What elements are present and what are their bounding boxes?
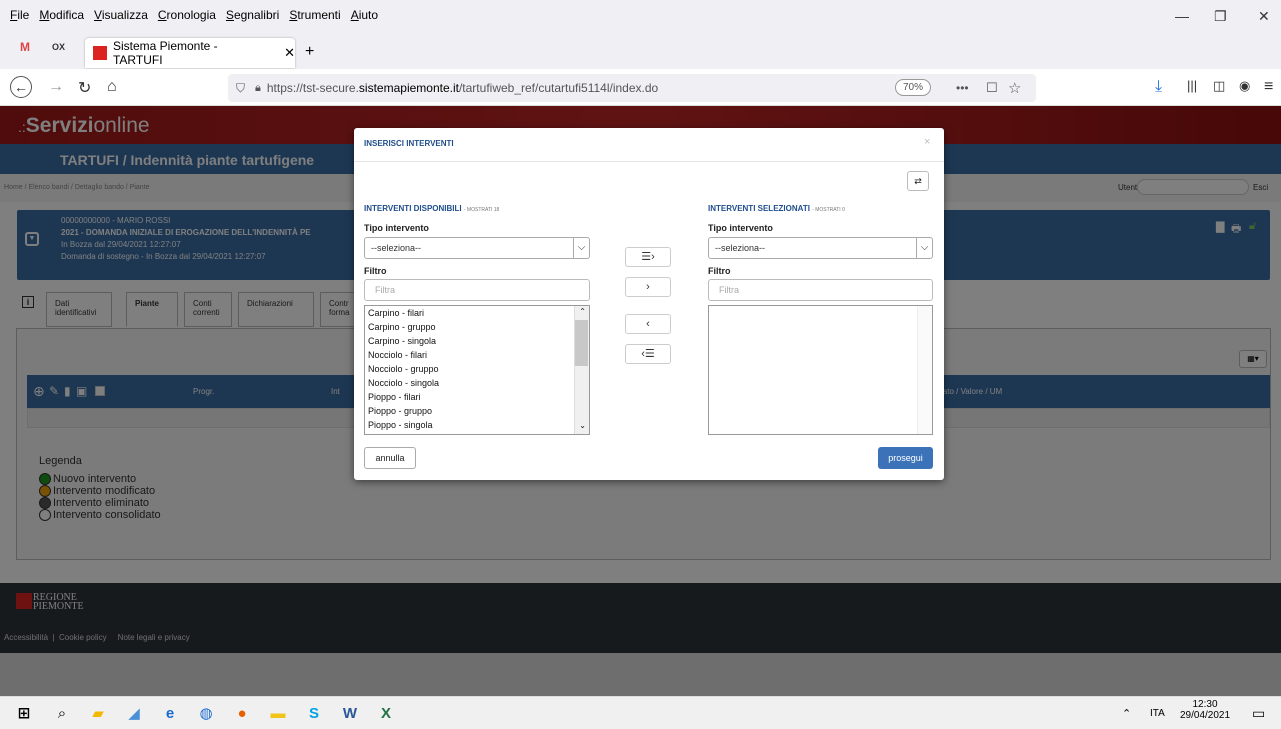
menu-visualizza[interactable]: Visualizza — [94, 8, 148, 22]
clock[interactable]: 12:30 29/04/2021 — [1180, 699, 1230, 721]
piemonte-favicon — [93, 46, 107, 60]
list-scrollbar[interactable] — [917, 306, 932, 434]
list-item[interactable]: Nocciolo - singola — [365, 376, 589, 390]
list-item[interactable]: Carpino - filari — [365, 306, 589, 320]
menu-aiuto[interactable]: Aiuto — [351, 8, 378, 22]
modal-close-icon[interactable]: × — [924, 136, 930, 148]
inserisci-interventi-modal: INSERISCI INTERVENTI × ⇄ INTERVENTI DISP… — [354, 128, 944, 480]
browser-navbar: ← → ↻ ⌂ ⛉ 🔒︎ https://tst-secure.sistemap… — [0, 69, 1281, 106]
left-tipo-select[interactable]: --seleziona-- ⌵ — [364, 237, 590, 259]
list-item[interactable]: Pioppo - gruppo — [365, 404, 589, 418]
firefox-icon[interactable]: ● — [232, 704, 252, 724]
pocket-icon[interactable]: ☐ — [986, 80, 998, 96]
zoom-badge[interactable]: 70% — [895, 79, 932, 96]
search-icon[interactable]: ⌕ — [52, 704, 72, 724]
sticky-notes-icon[interactable]: ▰ — [88, 704, 108, 724]
new-tab-icon[interactable]: + — [305, 43, 314, 61]
forward-icon[interactable]: → — [48, 78, 64, 96]
close-window-icon[interactable]: ✕ — [1258, 8, 1270, 25]
more-icon[interactable]: ••• — [956, 81, 969, 95]
excel-taskbar-icon[interactable]: X — [376, 704, 396, 724]
reload-icon[interactable]: ↻ — [78, 78, 91, 98]
edge-icon[interactable]: e — [160, 704, 180, 724]
account-icon[interactable]: ◉ — [1239, 78, 1250, 94]
library-icon[interactable]: ||| — [1187, 78, 1197, 93]
menu-cronologia[interactable]: Cronologia — [158, 8, 216, 22]
selected-list[interactable] — [708, 305, 933, 435]
tray-chevron-icon[interactable]: ⌃ — [1122, 707, 1131, 720]
list-item[interactable]: Pioppo - filari — [365, 390, 589, 404]
right-tipo-select[interactable]: --seleziona-- ⌵ — [708, 237, 933, 259]
move-right-button[interactable]: › — [625, 277, 671, 297]
restore-icon[interactable]: ❐ — [1214, 8, 1227, 25]
scroll-up-icon[interactable]: ⌃ — [579, 307, 586, 316]
bookmark-star-icon[interactable]: ☆ — [1008, 79, 1021, 97]
move-all-left-button[interactable]: ‹☰ — [625, 344, 671, 364]
right-header: INTERVENTI SELEZIONATI - MOSTRATI 0 — [708, 204, 845, 213]
menu-modifica[interactable]: Modifica — [39, 8, 84, 22]
lock-icon[interactable]: 🔒︎ — [255, 82, 261, 95]
download-icon[interactable]: ⤓ — [1155, 78, 1162, 96]
tab-close-icon[interactable]: ✕ — [284, 45, 295, 61]
shield-icon[interactable]: ⛉ — [236, 81, 245, 96]
word-icon[interactable]: W — [340, 704, 360, 724]
minimize-icon[interactable]: — — [1175, 8, 1189, 24]
left-filtro-label: Filtro — [364, 266, 387, 276]
notifications-icon[interactable]: ▭ — [1252, 705, 1265, 722]
explorer-icon[interactable]: ▬ — [268, 704, 288, 724]
menu-segnalibri[interactable]: Segnalibri — [226, 8, 279, 22]
skype-icon[interactable]: S — [304, 704, 324, 724]
tab-sistema-piemonte[interactable]: Sistema Piemonte - TARTUFI ✕ — [85, 38, 295, 68]
left-tipo-label: Tipo intervento — [364, 223, 429, 233]
ultraedit-icon[interactable]: ◍ — [196, 704, 216, 724]
gmail-icon[interactable]: M — [20, 40, 30, 54]
windows-taskbar: ⊞ ⌕ ▰ ◢ e ◍ ● ▬ S W X ⌃ ITA 12:30 29/04/2… — [0, 696, 1281, 729]
chevron-down-icon: ⌵ — [573, 238, 589, 258]
menu-file[interactable]: File — [10, 8, 29, 22]
windows-start-icon[interactable]: ⊞ — [14, 704, 34, 724]
language-indicator[interactable]: ITA — [1150, 708, 1165, 719]
tab-title: Sistema Piemonte - TARTUFI — [112, 39, 218, 67]
move-left-button[interactable]: ‹ — [625, 314, 671, 334]
ox-icon[interactable]: OX — [52, 42, 65, 52]
right-tipo-label: Tipo intervento — [708, 223, 773, 233]
reset-icon[interactable]: ⇄ — [907, 171, 929, 191]
proceed-button[interactable]: prosegui — [878, 447, 933, 469]
menu-strumenti[interactable]: Strumenti — [289, 8, 340, 22]
list-item[interactable]: Nocciolo - gruppo — [365, 362, 589, 376]
left-header: INTERVENTI DISPONIBILI - MOSTRATI 18 — [364, 204, 500, 213]
right-filter-input[interactable]: Filtra — [708, 279, 933, 301]
left-filter-input[interactable]: Filtra — [364, 279, 590, 301]
scroll-down-icon[interactable]: ⌄ — [579, 421, 586, 430]
list-item[interactable]: Carpino - gruppo — [365, 320, 589, 334]
url-bar[interactable]: ⛉ 🔒︎ https://tst-secure.sistemapiemonte.… — [228, 74, 1036, 102]
scroll-thumb[interactable] — [575, 320, 588, 366]
available-list[interactable]: Carpino - filari Carpino - gruppo Carpin… — [364, 305, 590, 435]
right-filtro-label: Filtro — [708, 266, 731, 276]
sidebar-icon[interactable]: ◫ — [1213, 78, 1225, 94]
list-item[interactable]: Nocciolo - filari — [365, 348, 589, 362]
chevron-down-icon: ⌵ — [916, 238, 932, 258]
hamburger-icon[interactable]: ≡ — [1264, 78, 1273, 96]
home-icon[interactable]: ⌂ — [107, 78, 117, 96]
list-item[interactable]: Carpino - singola — [365, 334, 589, 348]
modal-title: INSERISCI INTERVENTI — [364, 139, 454, 148]
back-icon[interactable]: ← — [10, 76, 32, 98]
list-item[interactable]: Pioppo - singola — [365, 418, 589, 432]
browser-menubar: File Modifica Visualizza Cronologia Segn… — [0, 0, 1281, 30]
app-pen-icon[interactable]: ◢ — [124, 704, 144, 724]
move-all-right-button[interactable]: ☰› — [625, 247, 671, 267]
url-text: https://tst-secure.sistemapiemonte.it/ta… — [266, 81, 659, 95]
cancel-button[interactable]: annulla — [364, 447, 416, 469]
